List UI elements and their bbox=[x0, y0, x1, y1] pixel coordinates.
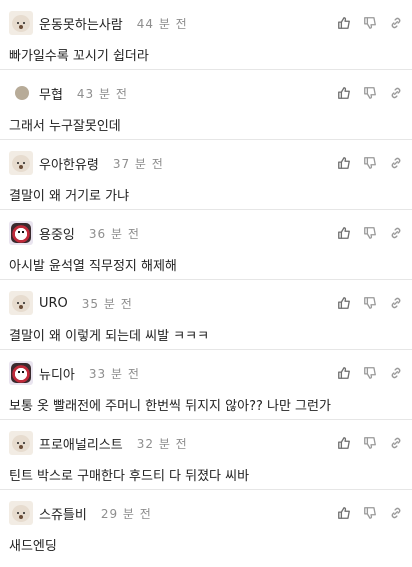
comment-actions bbox=[326, 225, 404, 241]
thumbs-down-icon[interactable] bbox=[362, 85, 378, 101]
comment-author[interactable]: 용중잉 bbox=[39, 224, 75, 243]
comment-time: 37 분 전 bbox=[112, 156, 164, 171]
comment-header: URO 35 분 전 bbox=[9, 288, 404, 318]
comment-author[interactable]: 프로애널리스트 bbox=[39, 434, 123, 453]
thumbs-up-icon[interactable] bbox=[336, 15, 352, 31]
thumbs-down-icon[interactable] bbox=[362, 365, 378, 381]
comment-text: 새드엔딩 bbox=[9, 539, 57, 554]
link-icon[interactable] bbox=[388, 295, 404, 311]
comment-time: 35 분 전 bbox=[81, 296, 133, 311]
comment-text: 결말이 왜 거기로 가냐 bbox=[9, 189, 130, 204]
link-icon[interactable] bbox=[388, 435, 404, 451]
comment-text: 보통 옷 빨래전에 주머니 한번씩 뒤지지 않아?? 나만 그런가 bbox=[9, 399, 331, 414]
comment-header: 뉴디아 33 분 전 bbox=[9, 358, 404, 388]
thumbs-down-icon[interactable] bbox=[362, 15, 378, 31]
link-icon[interactable] bbox=[388, 85, 404, 101]
comment-time: 29 분 전 bbox=[100, 506, 152, 521]
comment-actions bbox=[326, 365, 404, 381]
comment-time: 44 분 전 bbox=[136, 16, 188, 31]
comment-author[interactable]: 뉴디아 bbox=[39, 364, 75, 383]
comment-item: 프로애널리스트 32 분 전틴트 박스로 구매한다 후드티 다 뒤졌다 씨바 bbox=[0, 420, 412, 490]
comment-actions bbox=[326, 505, 404, 521]
avatar[interactable] bbox=[9, 431, 33, 455]
comment-author[interactable]: URO bbox=[39, 296, 68, 311]
comment-header: 우아한유령 37 분 전 bbox=[9, 148, 404, 178]
comment-text: 아시발 윤석열 직무정지 해제해 bbox=[9, 259, 177, 274]
thumbs-down-icon[interactable] bbox=[362, 435, 378, 451]
avatar[interactable] bbox=[9, 501, 33, 525]
link-icon[interactable] bbox=[388, 365, 404, 381]
comment-time: 36 분 전 bbox=[88, 226, 140, 241]
link-icon[interactable] bbox=[388, 505, 404, 521]
thumbs-down-icon[interactable] bbox=[362, 225, 378, 241]
comment-item: 뉴디아 33 분 전보통 옷 빨래전에 주머니 한번씩 뒤지지 않아?? 나만 그… bbox=[0, 350, 412, 420]
thumbs-up-icon[interactable] bbox=[336, 295, 352, 311]
avatar[interactable] bbox=[9, 221, 33, 245]
comment-time: 32 분 전 bbox=[136, 436, 188, 451]
comment-time: 33 분 전 bbox=[88, 366, 140, 381]
thumbs-up-icon[interactable] bbox=[336, 85, 352, 101]
avatar[interactable] bbox=[9, 151, 33, 175]
comment-text: 빠가일수록 꼬시기 쉽더라 bbox=[9, 49, 149, 64]
thumbs-up-icon[interactable] bbox=[336, 225, 352, 241]
comment-time: 43 분 전 bbox=[76, 86, 128, 101]
comment-header: 운동못하는사람 44 분 전 bbox=[9, 8, 404, 38]
comment-item: 스쥬틀비 29 분 전새드엔딩 bbox=[0, 490, 412, 560]
comment-actions bbox=[326, 85, 404, 101]
comment-item: 우아한유령 37 분 전결말이 왜 거기로 가냐 bbox=[0, 140, 412, 210]
comment-item: 무협 43 분 전그래서 누구잘못인데 bbox=[0, 70, 412, 140]
comment-author[interactable]: 무협 bbox=[39, 84, 63, 103]
comment-header: 스쥬틀비 29 분 전 bbox=[9, 498, 404, 528]
thumbs-up-icon[interactable] bbox=[336, 505, 352, 521]
comment-author[interactable]: 운동못하는사람 bbox=[39, 14, 123, 33]
comment-item: 용중잉 36 분 전아시발 윤석열 직무정지 해제해 bbox=[0, 210, 412, 280]
thumbs-up-icon[interactable] bbox=[336, 365, 352, 381]
comment-text: 결말이 왜 이렇게 되는데 씨발 ㅋㅋㅋ bbox=[9, 329, 210, 344]
comment-header: 무협 43 분 전 bbox=[9, 78, 404, 108]
comment-list: 운동못하는사람 44 분 전빠가일수록 꼬시기 쉽더라무협 43 분 전그래서 누구… bbox=[0, 0, 412, 560]
comment-item: URO 35 분 전결말이 왜 이렇게 되는데 씨발 ㅋㅋㅋ bbox=[0, 280, 412, 350]
comment-author[interactable]: 우아한유령 bbox=[39, 154, 99, 173]
link-icon[interactable] bbox=[388, 225, 404, 241]
comment-actions bbox=[326, 15, 404, 31]
avatar[interactable] bbox=[9, 11, 33, 35]
comment-author[interactable]: 스쥬틀비 bbox=[39, 504, 87, 523]
comment-text: 틴트 박스로 구매한다 후드티 다 뒤졌다 씨바 bbox=[9, 469, 250, 484]
thumbs-up-icon[interactable] bbox=[336, 435, 352, 451]
comment-actions bbox=[326, 155, 404, 171]
thumbs-down-icon[interactable] bbox=[362, 155, 378, 171]
comment-header: 프로애널리스트 32 분 전 bbox=[9, 428, 404, 458]
comment-item: 운동못하는사람 44 분 전빠가일수록 꼬시기 쉽더라 bbox=[0, 0, 412, 70]
comment-header: 용중잉 36 분 전 bbox=[9, 218, 404, 248]
comment-text: 그래서 누구잘못인데 bbox=[9, 119, 121, 134]
avatar[interactable] bbox=[9, 291, 33, 315]
link-icon[interactable] bbox=[388, 155, 404, 171]
comment-actions bbox=[326, 435, 404, 451]
thumbs-down-icon[interactable] bbox=[362, 295, 378, 311]
avatar[interactable] bbox=[9, 81, 33, 105]
avatar[interactable] bbox=[9, 361, 33, 385]
thumbs-up-icon[interactable] bbox=[336, 155, 352, 171]
link-icon[interactable] bbox=[388, 15, 404, 31]
comment-actions bbox=[326, 295, 404, 311]
thumbs-down-icon[interactable] bbox=[362, 505, 378, 521]
